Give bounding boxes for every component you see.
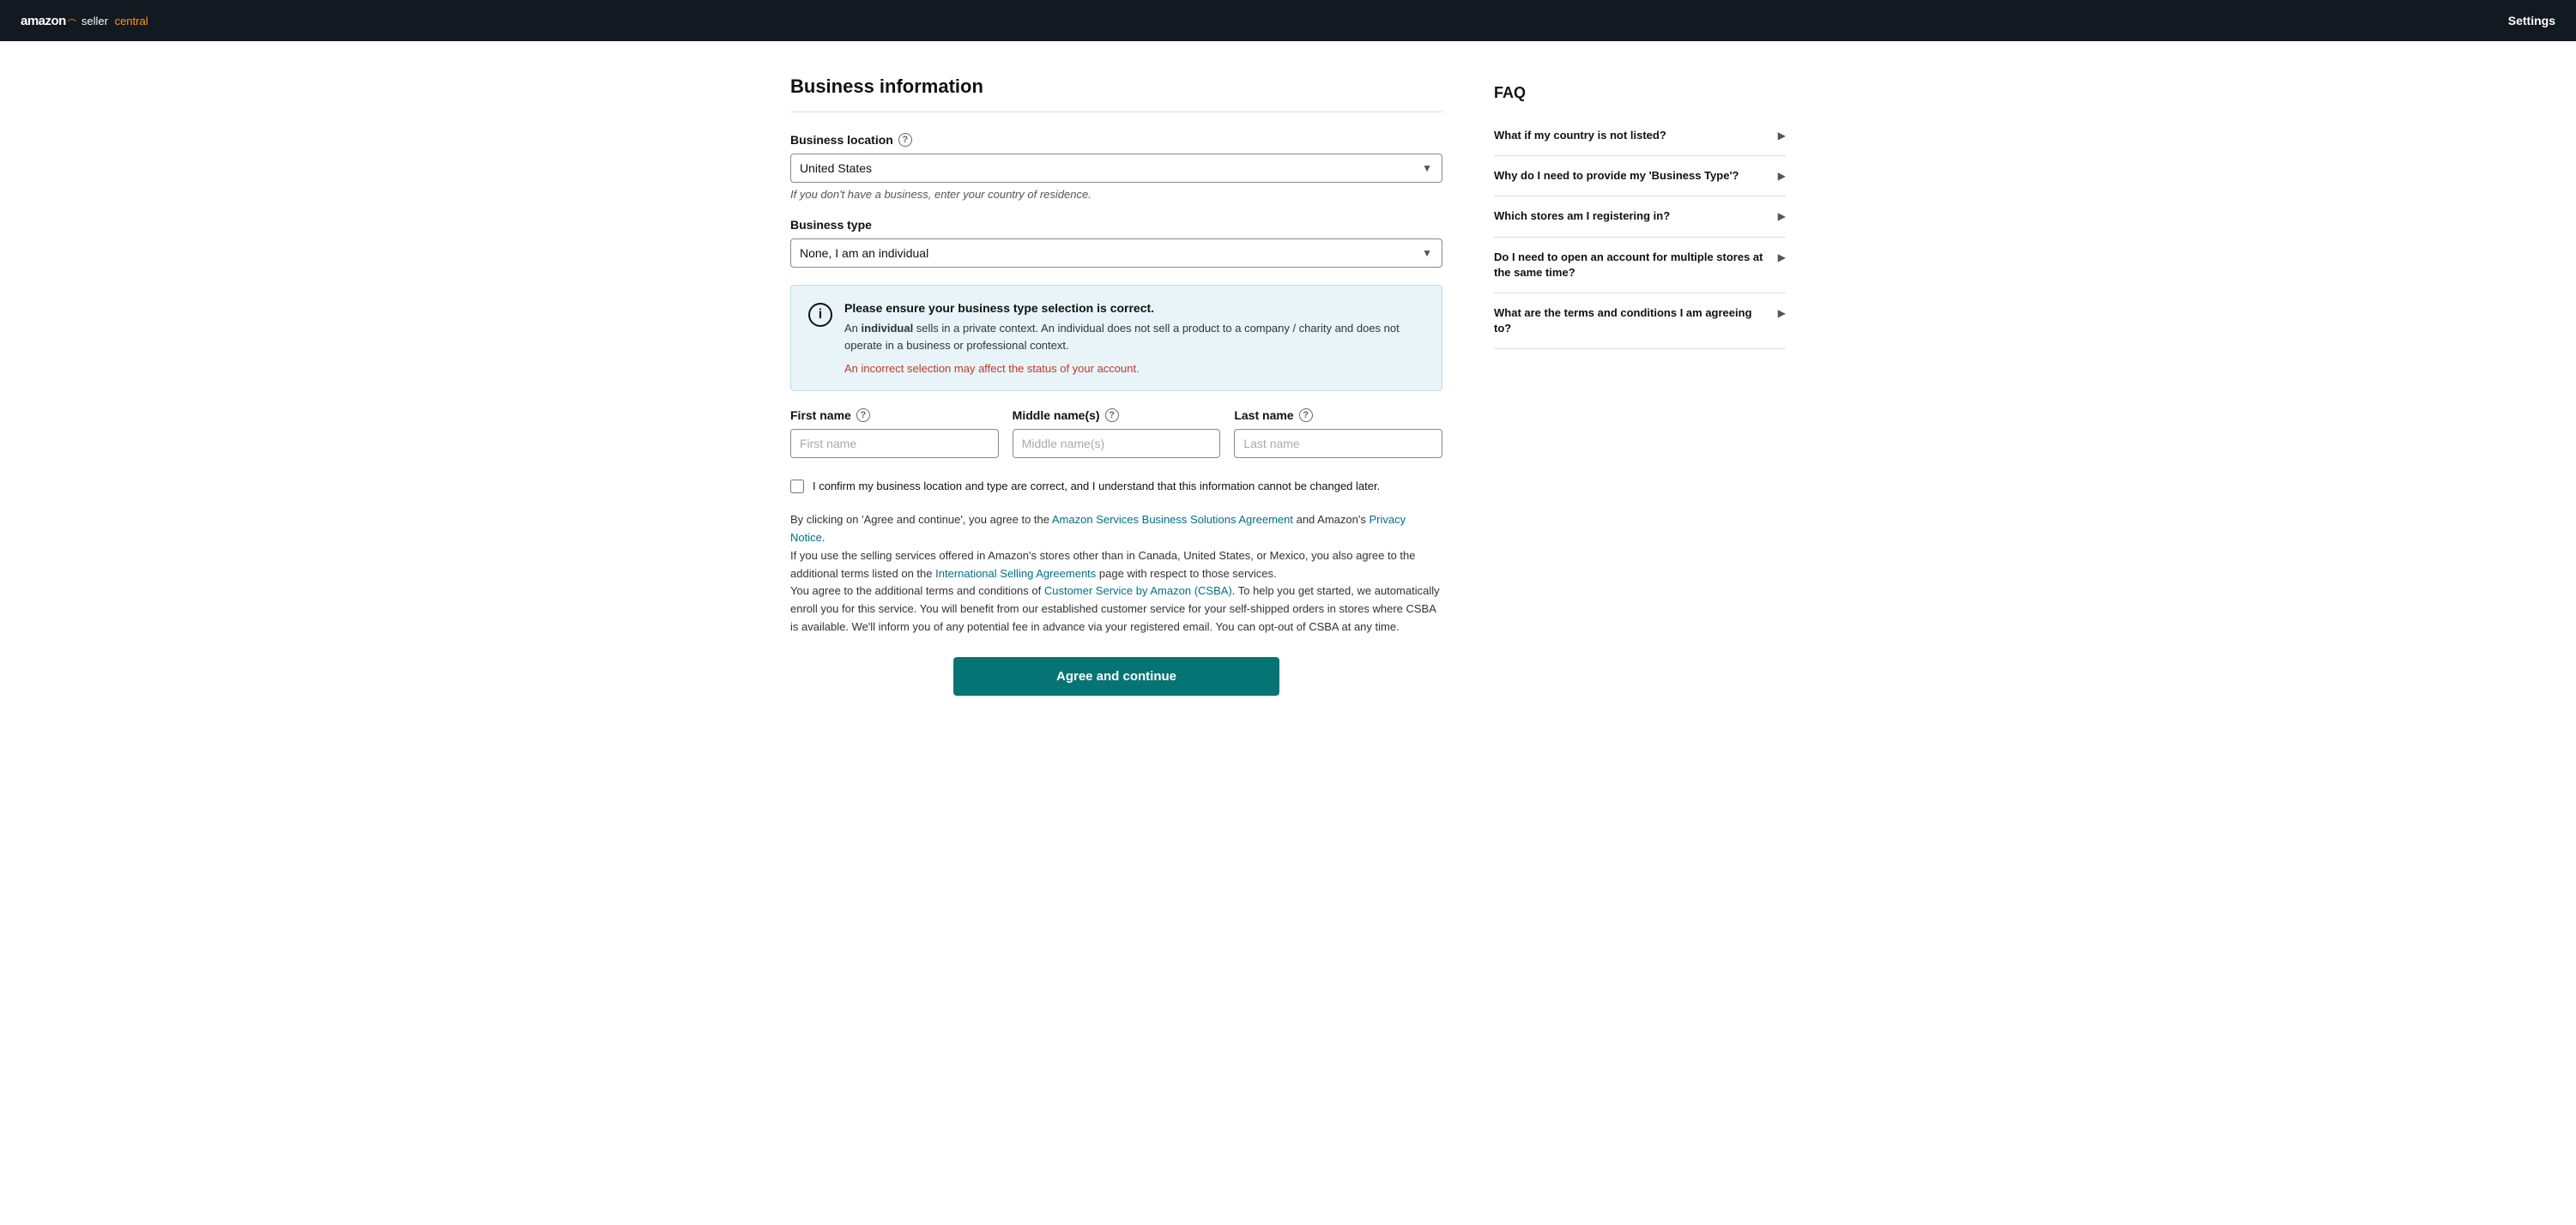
last-name-label-text: Last name [1234,408,1293,422]
faq-question-3: Do I need to open an account for multipl… [1494,250,1778,281]
agree-continue-button[interactable]: Agree and continue [953,657,1279,696]
business-location-help-icon[interactable]: ? [898,133,912,147]
faq-question-1: Why do I need to provide my 'Business Ty… [1494,168,1778,184]
faq-question-4: What are the terms and conditions I am a… [1494,305,1778,336]
faq-arrow-2: ▶ [1778,210,1786,222]
faq-sidebar: FAQ What if my country is not listed? ▶ … [1494,75,1786,696]
middle-name-label-text: Middle name(s) [1013,408,1100,422]
info-content: Please ensure your business type selecti… [844,301,1424,375]
logo-amazon-text: amazon [21,14,66,28]
page-body: Business information Business location ?… [0,41,2576,730]
first-name-label: First name ? [790,408,999,422]
info-circle-icon: i [808,303,832,327]
faq-item-0[interactable]: What if my country is not listed? ▶ [1494,116,1786,156]
amazon-bsa-link[interactable]: Amazon Services Business Solutions Agree… [1052,513,1293,526]
info-text-prefix: An [844,322,862,335]
middle-name-help-icon[interactable]: ? [1105,408,1119,422]
faq-title: FAQ [1494,84,1786,102]
middle-name-input[interactable] [1013,429,1221,458]
info-text-suffix: sells in a private context. An individua… [844,322,1400,352]
business-type-select[interactable]: None, I am an individual Privately-owned… [790,238,1442,268]
first-name-input[interactable] [790,429,999,458]
info-text-bold: individual [862,322,914,335]
first-name-label-text: First name [790,408,851,422]
first-name-help-icon[interactable]: ? [856,408,870,422]
logo-arrow-icon: ⌒ [68,16,76,29]
confirm-checkbox-row: I confirm my business location and type … [790,479,1442,494]
business-location-hint: If you don't have a business, enter your… [790,188,1442,201]
faq-question-2: Which stores am I registering in? [1494,208,1778,224]
business-location-label: Business location ? [790,133,1442,147]
legal-text: By clicking on 'Agree and continue', you… [790,511,1442,637]
faq-arrow-3: ▶ [1778,251,1786,263]
faq-item-2[interactable]: Which stores am I registering in? ▶ [1494,196,1786,237]
business-location-label-text: Business location [790,133,893,147]
legal-text-5: page with respect to those services. [1096,567,1276,580]
last-name-field: Last name ? [1234,408,1442,458]
main-content: Business information Business location ?… [790,75,1442,696]
last-name-input[interactable] [1234,429,1442,458]
page-title: Business information [790,75,1442,112]
business-location-select[interactable]: United States Canada United Kingdom Germ… [790,154,1442,183]
legal-text-2: and Amazon's [1293,513,1369,526]
csba-link[interactable]: Customer Service by Amazon (CSBA) [1044,584,1232,597]
legal-text-6: You agree to the additional terms and co… [790,584,1044,597]
confirm-checkbox[interactable] [790,480,804,493]
legal-text-1: By clicking on 'Agree and continue', you… [790,513,1052,526]
faq-item-1[interactable]: Why do I need to provide my 'Business Ty… [1494,156,1786,196]
info-title: Please ensure your business type selecti… [844,301,1424,315]
last-name-label: Last name ? [1234,408,1442,422]
info-text: An individual sells in a private context… [844,320,1424,353]
info-box: i Please ensure your business type selec… [790,285,1442,391]
business-location-section: Business location ? United States Canada… [790,133,1442,201]
faq-arrow-1: ▶ [1778,170,1786,182]
faq-arrow-0: ▶ [1778,130,1786,142]
info-warning: An incorrect selection may affect the st… [844,362,1424,375]
logo-space [110,15,113,27]
business-location-select-wrapper: United States Canada United Kingdom Germ… [790,154,1442,183]
business-type-label-text: Business type [790,218,872,232]
settings-link[interactable]: Settings [2508,14,2555,27]
legal-text-3: . [822,531,825,544]
middle-name-field: Middle name(s) ? [1013,408,1221,458]
faq-item-4[interactable]: What are the terms and conditions I am a… [1494,293,1786,349]
faq-arrow-4: ▶ [1778,307,1786,319]
faq-question-0: What if my country is not listed? [1494,128,1778,143]
first-name-field: First name ? [790,408,999,458]
last-name-help-icon[interactable]: ? [1299,408,1313,422]
business-type-section: Business type None, I am an individual P… [790,218,1442,268]
business-type-select-wrapper: None, I am an individual Privately-owned… [790,238,1442,268]
middle-name-label: Middle name(s) ? [1013,408,1221,422]
business-type-label: Business type [790,218,1442,232]
faq-item-3[interactable]: Do I need to open an account for multipl… [1494,238,1786,293]
logo-central-text: central [115,15,148,27]
amazon-logo: amazon ⌒ seller central [21,14,148,28]
header: amazon ⌒ seller central Settings [0,0,2576,41]
confirm-checkbox-label[interactable]: I confirm my business location and type … [813,479,1380,494]
name-fields-row: First name ? Middle name(s) ? Last name … [790,408,1442,458]
logo-seller-text: seller [82,15,108,27]
intl-selling-link[interactable]: International Selling Agreements [935,567,1096,580]
